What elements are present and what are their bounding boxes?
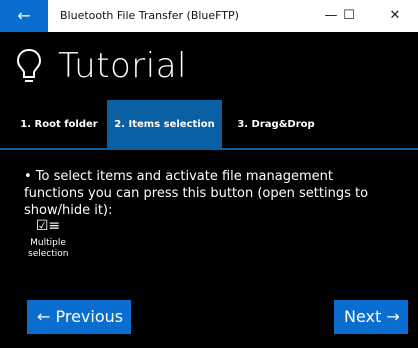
back-arrow-icon: ← <box>17 6 31 25</box>
back-button[interactable]: ← <box>0 0 48 32</box>
lightbulb-icon <box>16 48 42 82</box>
tab-underline <box>0 148 418 150</box>
tab-root-folder[interactable]: 1. Root folder <box>16 100 102 148</box>
maximize-button[interactable]: ☐ <box>326 0 372 32</box>
window-title: Bluetooth File Transfer (BlueFTP) <box>60 9 239 22</box>
tutorial-header: Tutorial <box>0 32 418 100</box>
multiple-selection-icon: ☑≡ <box>35 218 61 234</box>
title-bar: ← Bluetooth File Transfer (BlueFTP) — ☐ … <box>0 0 418 32</box>
multiple-selection-label-line2: selection <box>28 249 69 259</box>
page-title: Tutorial <box>58 46 187 86</box>
tab-items-selection[interactable]: 2. Items selection <box>107 100 222 148</box>
multiple-selection-label-line1: Multiple <box>30 238 66 248</box>
tab-drag-drop[interactable]: 3. Drag&Drop <box>226 100 326 148</box>
multiple-selection-label: Multiple selection <box>28 238 68 260</box>
close-button[interactable]: ✕ <box>372 0 418 32</box>
previous-button[interactable]: ← Previous <box>27 300 131 334</box>
tutorial-description: • To select items and activate file mana… <box>24 169 369 218</box>
multiple-selection-button[interactable]: ☑≡ Multiple selection <box>28 218 68 260</box>
next-button[interactable]: Next → <box>334 300 408 334</box>
tutorial-tabs: 1. Root folder 2. Items selection 3. Dra… <box>0 100 418 148</box>
